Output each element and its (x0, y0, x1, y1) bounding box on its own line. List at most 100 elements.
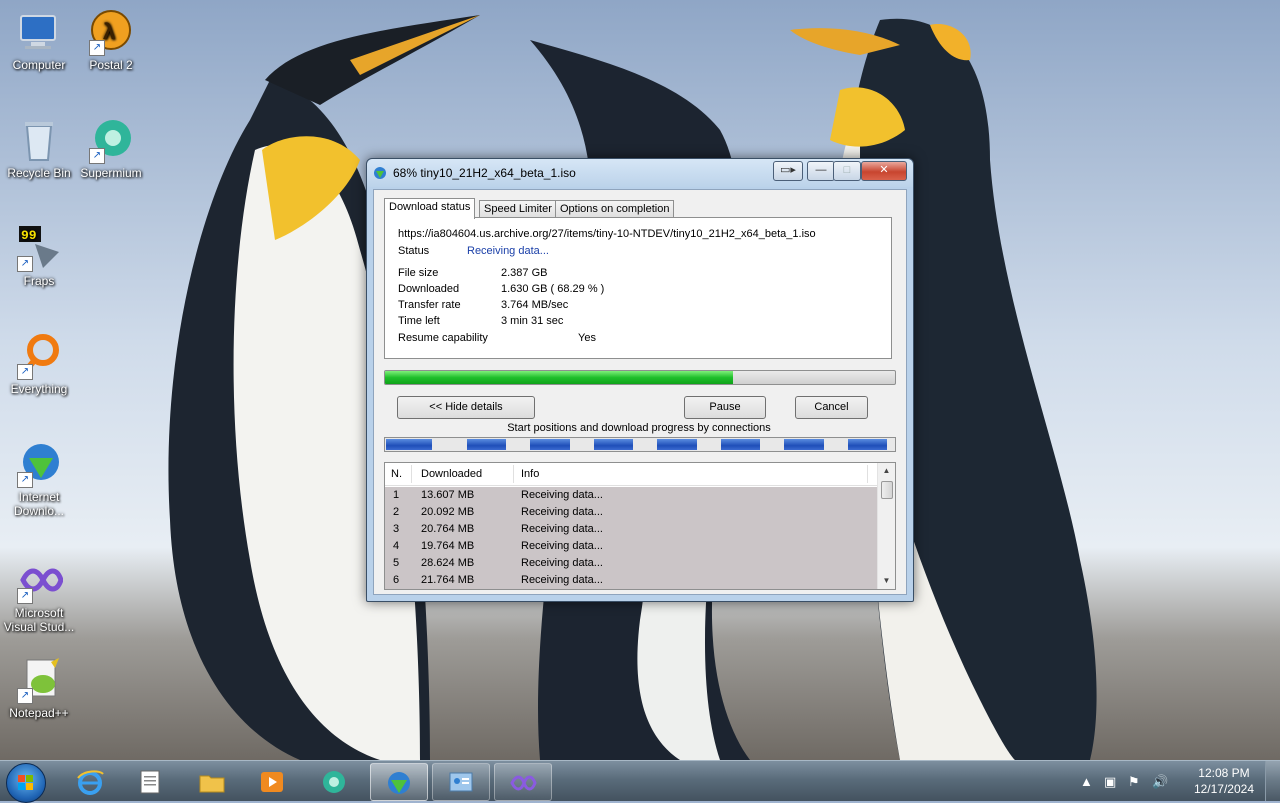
column-header-info[interactable]: Info (521, 468, 539, 480)
resume-capability-value: Yes (578, 332, 596, 344)
scroll-thumb[interactable] (881, 481, 893, 499)
taskbar-clock[interactable]: 12:08 PM 12/17/2024 (1194, 765, 1254, 797)
table-row[interactable]: 4 19.764 MB Receiving data... (385, 538, 877, 555)
minimize-button[interactable]: — (807, 161, 835, 181)
close-button[interactable]: ✕ (861, 161, 907, 181)
action-center-flag-icon[interactable]: ⚑ (1128, 774, 1140, 790)
desktop-icon-label: Notepad++ (9, 706, 69, 720)
connection-segment (847, 439, 887, 450)
download-url: https://ia804604.us.archive.org/27/items… (398, 228, 816, 240)
column-header-downloaded[interactable]: Downloaded (421, 468, 482, 480)
desktop-icon-fraps[interactable]: 99 ↗ Fraps (0, 224, 78, 288)
row-info: Receiving data... (521, 489, 603, 501)
table-vertical-scrollbar[interactable]: ▲ ▼ (877, 463, 895, 589)
everything-icon: ↗ (15, 332, 63, 380)
send-to-tray-button[interactable]: ▭▸ (773, 161, 803, 181)
downloaded-label: Downloaded (398, 283, 460, 295)
windows-logo-icon (18, 775, 33, 790)
media-player-icon (261, 772, 283, 792)
taskbar-app-supermium[interactable] (306, 763, 362, 799)
desktop-icon-label: Fraps (23, 274, 55, 288)
desktop-icon-recycle-bin[interactable]: Recycle Bin (0, 116, 78, 180)
show-desktop-button[interactable] (1265, 761, 1280, 801)
row-downloaded: 20.092 MB (421, 506, 475, 518)
scroll-up-icon[interactable]: ▲ (878, 463, 895, 479)
row-downloaded: 13.607 MB (421, 489, 475, 501)
maximize-icon: □ (843, 164, 851, 176)
row-downloaded: 21.764 MB (421, 574, 475, 586)
shortcut-arrow-icon: ↗ (89, 148, 105, 164)
minimize-icon: — (815, 164, 827, 176)
desktop-icon-label: Recycle Bin (7, 166, 71, 180)
cancel-button[interactable]: Cancel (795, 396, 868, 419)
control-panel-icon (449, 772, 473, 792)
transfer-rate-label: Transfer rate (398, 299, 461, 311)
table-row[interactable]: 3 20.764 MB Receiving data... (385, 521, 877, 538)
status-label: Status (398, 245, 430, 257)
row-number: 6 (393, 574, 400, 586)
desktop-icon-visual-studio[interactable]: ↗ Microsoft Visual Stud... (0, 556, 78, 634)
taskbar-app-file-explorer[interactable] (184, 763, 240, 799)
connections-label: Start positions and download progress by… (507, 422, 771, 434)
connections-progress-bar (384, 437, 896, 452)
tab-options-on-completion[interactable]: Options on completion (555, 200, 675, 218)
table-row[interactable]: 2 20.092 MB Receiving data... (385, 504, 877, 521)
supermium-icon (323, 771, 345, 793)
desktop-icon-supermium[interactable]: ↗ Supermium (72, 116, 150, 180)
column-header-n[interactable]: N. (391, 468, 402, 480)
desktop-icon-computer[interactable]: Computer (0, 8, 78, 72)
row-info: Receiving data... (521, 523, 603, 535)
supermium-icon: ↗ (87, 116, 135, 164)
row-info: Receiving data... (521, 540, 603, 552)
postal2-icon: λ ↗ (87, 8, 135, 56)
arrow-right-icon: ▭▸ (780, 164, 796, 176)
connection-segment (530, 439, 570, 450)
tab-download-status[interactable]: Download status (384, 198, 476, 219)
volume-icon[interactable]: 🔊 (1152, 774, 1168, 790)
taskbar-app-media-player[interactable] (244, 763, 300, 799)
desktop-icon-notepad-plus-plus[interactable]: ↗ Notepad++ (0, 656, 78, 720)
fraps-badge: 99 (21, 228, 37, 243)
taskbar-app-notepad[interactable] (122, 763, 178, 799)
row-number: 1 (393, 489, 400, 501)
download-progress-bar (384, 370, 896, 385)
taskbar-app-visual-studio[interactable] (494, 763, 552, 801)
network-icon[interactable]: ▣ (1104, 774, 1116, 790)
connection-segment (720, 439, 760, 450)
connection-segment (657, 439, 697, 450)
connections-table: N. Downloaded Info 1 13.607 MB Receiving d… (384, 462, 896, 590)
table-row[interactable]: 1 13.607 MB Receiving data... (385, 487, 877, 504)
show-hidden-icons-icon[interactable]: ▲ (1080, 774, 1093, 789)
download-status-panel: https://ia804604.us.archive.org/27/items… (384, 217, 892, 359)
row-number: 5 (393, 557, 400, 569)
downloaded-value: 1.630 GB ( 68.29 % ) (501, 283, 605, 295)
window-titlebar[interactable]: 68% tiny10_21H2_x64_beta_1.iso ▭▸ — □ ✕ (367, 159, 913, 187)
table-row[interactable]: 5 28.624 MB Receiving data... (385, 555, 877, 572)
transfer-rate-value: 3.764 MB/sec (501, 299, 569, 311)
scroll-down-icon[interactable]: ▼ (878, 573, 895, 589)
desktop-icon-postal2[interactable]: λ ↗ Postal 2 (72, 8, 150, 72)
desktop-icon-label: Internet Downlo... (13, 490, 65, 518)
file-explorer-icon (199, 775, 225, 793)
start-button[interactable] (6, 763, 46, 803)
download-progress-fill (385, 371, 734, 384)
computer-icon (15, 8, 63, 56)
internet-download-manager-icon (388, 772, 410, 794)
row-downloaded: 20.764 MB (421, 523, 475, 535)
time-left-value: 3 min 31 sec (501, 315, 564, 327)
tab-speed-limiter[interactable]: Speed Limiter (479, 200, 557, 218)
hide-details-button[interactable]: << Hide details (397, 396, 535, 419)
row-info: Receiving data... (521, 557, 603, 569)
desktop-icon-internet-download-manager[interactable]: ↗ Internet Downlo... (0, 440, 78, 518)
table-row[interactable]: 6 21.764 MB Receiving data... (385, 572, 877, 589)
pause-button[interactable]: Pause (684, 396, 766, 419)
taskbar-app-control-panel[interactable] (432, 763, 490, 801)
row-number: 2 (393, 506, 400, 518)
taskbar-app-internet-explorer[interactable] (62, 763, 118, 799)
row-downloaded: 28.624 MB (421, 557, 475, 569)
shortcut-arrow-icon: ↗ (17, 256, 33, 272)
taskbar-app-internet-download-manager[interactable] (370, 763, 428, 801)
desktop-icon-everything[interactable]: ↗ Everything (0, 332, 78, 396)
maximize-button[interactable]: □ (833, 161, 861, 181)
row-info: Receiving data... (521, 574, 603, 586)
